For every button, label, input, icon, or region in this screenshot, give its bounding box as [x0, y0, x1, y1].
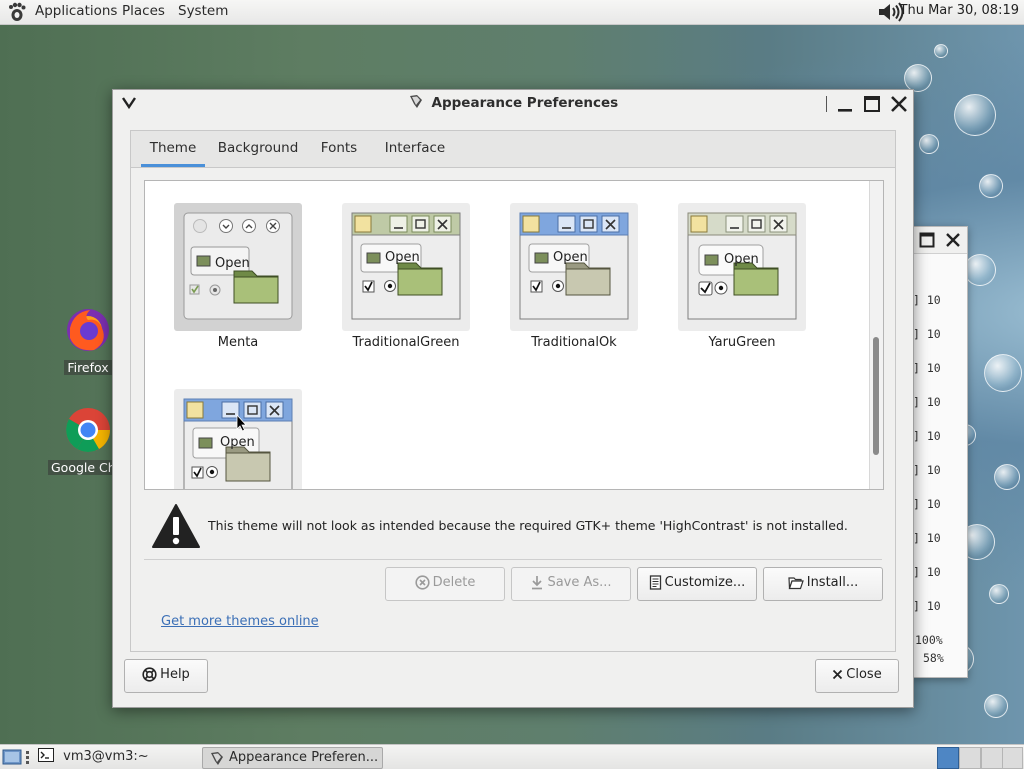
terminal-titlebar[interactable] — [913, 227, 967, 254]
preview-open-label: Open — [553, 250, 588, 265]
preview-open-label: Open — [724, 252, 759, 267]
delete-button[interactable]: Delete — [385, 567, 505, 601]
workspace-2[interactable] — [959, 747, 981, 769]
document-properties-icon — [649, 575, 661, 590]
get-more-themes-link[interactable]: Get more themes online — [161, 614, 319, 629]
theme-preview-icon — [687, 212, 797, 320]
firefox-icon — [67, 309, 109, 351]
theme-preview-icon — [351, 212, 461, 320]
top-panel: Applications Places System Thu Mar 30, 0… — [0, 0, 1024, 25]
terminal-line: ] 10 — [913, 531, 941, 545]
separator — [144, 559, 882, 560]
workspace-3[interactable] — [981, 747, 1003, 769]
terminal-footer-line: 58% — [923, 651, 944, 665]
maximize-icon[interactable] — [861, 93, 883, 115]
theme-thumbnail-yarugreen[interactable]: Open — [678, 203, 806, 331]
terminal-line: ] 10 — [913, 395, 941, 409]
close-icon[interactable] — [945, 232, 961, 248]
theme-name[interactable]: YaruGreen — [658, 335, 826, 350]
taskbar-item-label: Appearance Preferen... — [229, 750, 379, 765]
download-icon — [532, 576, 543, 590]
menu-applications[interactable]: Applications — [35, 3, 117, 19]
preview-open-label: Open — [215, 256, 250, 271]
theme-thumbnail-menta[interactable]: Open — [174, 203, 302, 331]
customize-button[interactable]: Customize... — [637, 567, 757, 601]
scrollbar-thumb[interactable] — [873, 337, 879, 455]
terminal-line: ] 10 — [913, 497, 941, 511]
theme-thumbnail-traditionalgreen[interactable]: Open — [342, 203, 470, 331]
install-button[interactable]: Install... — [763, 567, 883, 601]
terminal-line: ] 10 — [913, 565, 941, 579]
preview-open-label: Open — [220, 435, 255, 450]
theme-thumbnail-row2[interactable]: Open — [174, 389, 302, 489]
background-terminal-window[interactable]: ] 10 ] 10 ] 10 ] 10 ] 10 ] 10 ] 10 ] 10 … — [912, 226, 968, 678]
terminal-line: ] 10 — [913, 293, 941, 307]
help-button-label: Help — [160, 667, 190, 682]
appearance-icon — [211, 752, 223, 765]
taskbar-item-label: vm3@vm3:~ — [63, 749, 149, 764]
terminal-line: ] 10 — [913, 599, 941, 613]
chrome-icon — [66, 408, 110, 452]
tab-interface[interactable]: Interface — [380, 131, 450, 167]
dialog-titlebar[interactable]: Appearance Preferences — [113, 90, 913, 116]
preview-open-label: Open — [385, 250, 420, 265]
install-button-label: Install... — [806, 575, 859, 590]
taskbar-handle[interactable] — [26, 751, 29, 764]
theme-list-scrollbar[interactable] — [869, 181, 883, 489]
terminal-line: ] 10 — [913, 361, 941, 375]
taskbar-item-appearance[interactable]: Appearance Preferen... — [202, 747, 384, 769]
close-button-label: Close — [846, 667, 882, 682]
tab-fonts[interactable]: Fonts — [314, 131, 364, 167]
close-button[interactable]: Close — [815, 659, 899, 693]
delete-button-label: Delete — [432, 575, 476, 590]
appearance-preferences-dialog: Appearance Preferences Theme Background … — [112, 89, 914, 708]
menu-system[interactable]: System — [178, 3, 228, 19]
theme-thumbnail-traditionalok[interactable]: Open — [510, 203, 638, 331]
folder-open-icon — [788, 576, 804, 589]
tab-background[interactable]: Background — [217, 131, 299, 167]
theme-warning: This theme will not look as intended bec… — [151, 503, 886, 555]
theme-name[interactable]: Menta — [154, 335, 322, 350]
customize-button-label: Customize... — [664, 575, 746, 590]
save-as-button-label: Save As... — [547, 575, 612, 590]
gnome-foot-icon[interactable] — [8, 2, 26, 22]
terminal-footer-line: 100% — [915, 633, 943, 647]
terminal-icon — [38, 748, 54, 762]
workspace-1[interactable] — [937, 747, 959, 769]
close-icon — [833, 669, 843, 680]
titlebar-separator — [826, 96, 827, 112]
bottom-panel: vm3@vm3:~ Appearance Preferen... — [0, 744, 1024, 769]
workspace-4[interactable] — [1002, 747, 1023, 769]
help-lifebuoy-icon — [142, 667, 157, 682]
terminal-line: ] 10 — [913, 463, 941, 477]
warning-text: This theme will not look as intended bec… — [208, 518, 848, 533]
tab-theme[interactable]: Theme — [141, 131, 205, 167]
tab-bar: Theme Background Fonts Interface — [131, 131, 895, 168]
theme-preview-icon — [519, 212, 629, 320]
theme-name[interactable]: TraditionalGreen — [322, 335, 490, 350]
terminal-line: ] 10 — [913, 327, 941, 341]
close-icon[interactable] — [888, 93, 910, 115]
terminal-line: ] 10 — [913, 429, 941, 443]
theme-name[interactable]: TraditionalOk — [490, 335, 658, 350]
clock[interactable]: Thu Mar 30, 08:19 — [900, 3, 1019, 18]
notebook-panel: Theme Background Fonts Interface Open Me… — [130, 130, 896, 652]
maximize-icon[interactable] — [919, 232, 935, 248]
delete-icon — [415, 575, 430, 590]
show-desktop-icon[interactable] — [2, 747, 22, 767]
warning-icon — [152, 504, 200, 548]
appearance-icon — [409, 95, 422, 108]
taskbar-item-terminal[interactable]: vm3@vm3:~ — [38, 747, 149, 767]
save-as-button[interactable]: Save As... — [511, 567, 631, 601]
menu-places[interactable]: Places — [122, 3, 165, 19]
minimize-icon[interactable] — [834, 93, 856, 115]
desktop-icon-label: Firefox — [64, 360, 112, 375]
help-button[interactable]: Help — [124, 659, 208, 693]
theme-list[interactable]: Open Menta Open TraditionalGreen Open Tr… — [144, 180, 884, 490]
dialog-title: Appearance Preferences — [431, 95, 619, 111]
